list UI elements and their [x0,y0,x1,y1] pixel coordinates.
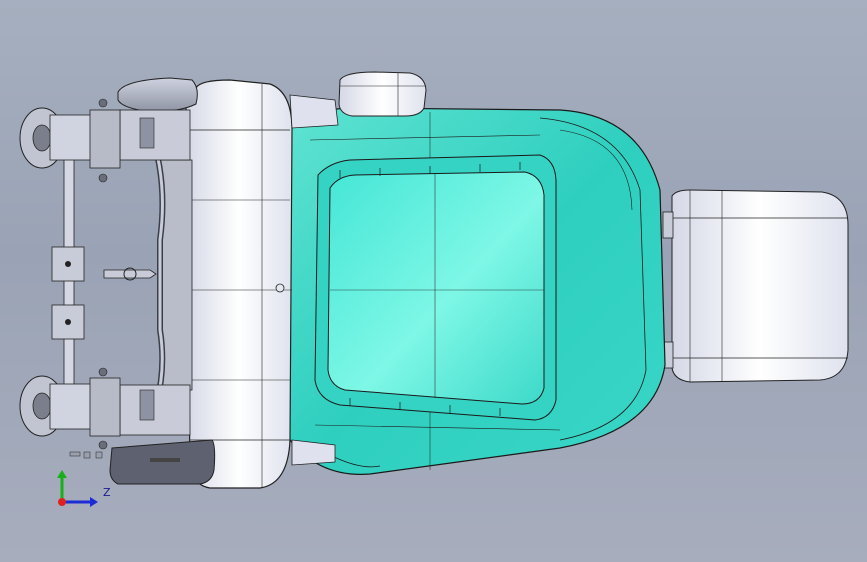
x-axis-dot [58,498,66,506]
footrest[interactable] [662,189,849,383]
upper-armrest[interactable] [117,77,198,113]
bolt-parts [69,451,103,459]
headrest-pad[interactable] [338,71,427,117]
wheelchair-model[interactable] [0,0,867,562]
seat-shell[interactable] [284,107,666,475]
cad-viewport[interactable]: Z [0,0,867,562]
lower-armrest[interactable] [109,439,216,485]
z-axis-label: Z [103,486,111,499]
